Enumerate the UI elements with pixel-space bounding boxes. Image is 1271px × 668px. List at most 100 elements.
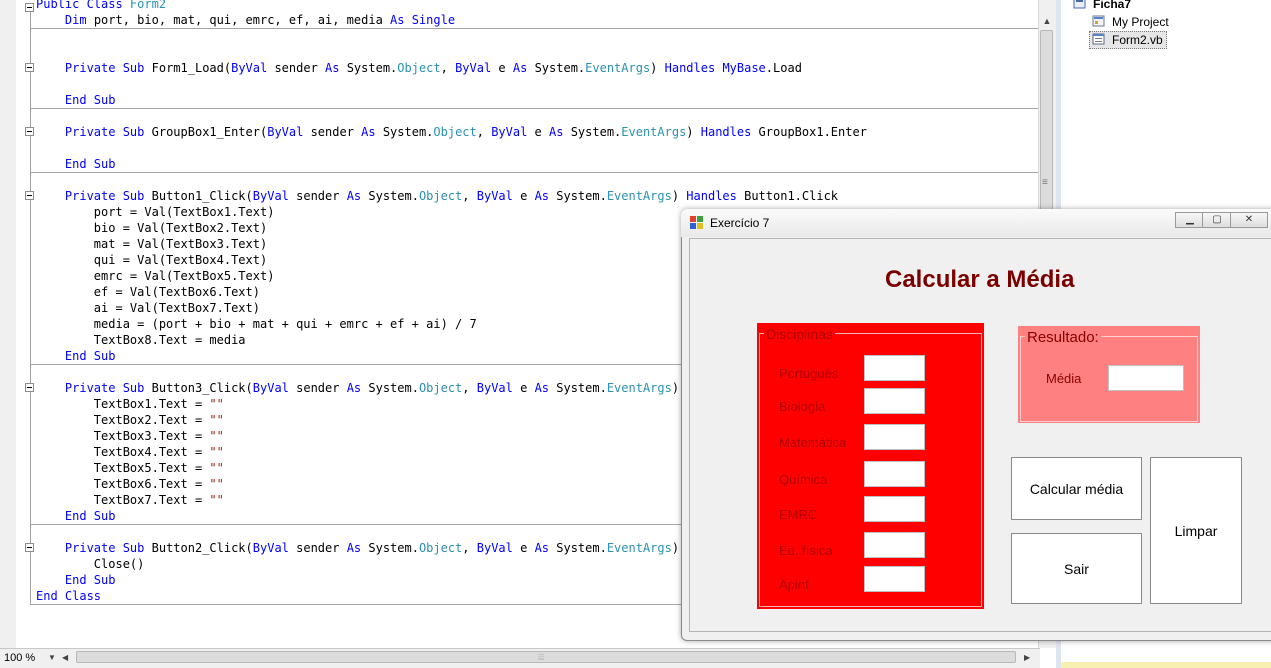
code-token: EventArgs [585, 61, 651, 75]
code-line[interactable]: TextBox2.Text = "" [36, 412, 224, 428]
code-token: System. [563, 125, 622, 139]
code-line[interactable]: TextBox3.Text = "" [36, 428, 224, 444]
code-line[interactable]: End Sub [36, 92, 116, 108]
code-line[interactable]: Dim port, bio, mat, qui, emrc, ef, ai, m… [36, 12, 455, 28]
code-line[interactable]: TextBox1.Text = "" [36, 396, 224, 412]
code-token: System. [527, 61, 586, 75]
code-token: Private Sub [64, 381, 145, 395]
code-token: Private Sub [64, 61, 145, 75]
vertical-scroll-thumb[interactable] [1040, 30, 1053, 230]
code-line[interactable]: ef = Val(TextBox6.Text) [36, 284, 260, 300]
code-line[interactable]: Private Sub Form1_Load(ByVal sender As S… [36, 60, 802, 76]
code-token: GroupBox1_Enter( [144, 125, 268, 139]
code-line[interactable]: End Sub [36, 156, 116, 172]
code-line[interactable]: End Class [36, 588, 101, 604]
collapse-icon[interactable] [25, 3, 34, 12]
textbox-emrc[interactable] [864, 496, 925, 522]
code-token: "" [209, 397, 224, 411]
code-token: As [534, 541, 550, 555]
code-line[interactable]: Private Sub GroupBox1_Enter(ByVal sender… [36, 124, 867, 140]
code-token: TextBox2.Text = [36, 413, 210, 427]
form-title: Exercício 7 [710, 216, 770, 230]
code-token: MyBase [722, 61, 766, 75]
limpar-button[interactable]: Limpar [1150, 457, 1242, 604]
minimize-button[interactable]: ▁ [1175, 212, 1205, 228]
collapse-icon[interactable] [25, 127, 34, 136]
textbox-biologia[interactable] [864, 388, 925, 414]
code-line[interactable]: TextBox4.Text = "" [36, 444, 224, 460]
code-token: As [534, 189, 550, 203]
code-token: emrc = Val(TextBox5.Text) [36, 269, 275, 283]
code-token: TextBox4.Text = [36, 445, 210, 459]
code-line[interactable]: Private Sub Button1_Click(ByVal sender A… [36, 188, 838, 204]
code-line[interactable]: mat = Val(TextBox3.Text) [36, 236, 267, 252]
code-token: Handles [700, 125, 752, 139]
code-token: port, bio, mat, qui, emrc, ef, ai, media [86, 13, 391, 27]
code-token: ai = Val(TextBox7.Text) [36, 301, 260, 315]
scroll-left-icon[interactable]: ◀ [62, 651, 68, 665]
code-token: e [527, 125, 550, 139]
textbox-apinf[interactable] [864, 566, 925, 592]
code-line[interactable]: Private Sub Button2_Click(ByVal sender A… [36, 540, 708, 556]
textbox-ed-fisica[interactable] [864, 532, 925, 558]
collapse-icon[interactable] [25, 63, 34, 72]
code-token: ByVal [252, 189, 289, 203]
code-token: System. [375, 125, 434, 139]
code-token: As [346, 381, 362, 395]
code-line[interactable]: Private Sub Button3_Click(ByVal sender A… [36, 380, 708, 396]
code-line[interactable]: TextBox7.Text = "" [36, 492, 224, 508]
maximize-icon: ▢ [1212, 214, 1222, 225]
code-token: As [346, 189, 362, 203]
code-token: TextBox3.Text = [36, 429, 210, 443]
code-line[interactable]: TextBox6.Text = "" [36, 476, 224, 492]
zoom-dropdown-icon[interactable]: ▼ [48, 651, 56, 665]
code-line[interactable]: End Sub [36, 508, 116, 524]
code-line[interactable]: End Sub [36, 348, 116, 364]
code-token: System. [339, 61, 398, 75]
code-line[interactable]: media = (port + bio + mat + qui + emrc +… [36, 316, 477, 332]
textbox-portugues[interactable] [864, 355, 925, 381]
horizontal-scroll-thumb[interactable] [76, 651, 1016, 663]
my-project-icon [1092, 15, 1105, 27]
collapse-icon[interactable] [25, 543, 34, 552]
code-line[interactable]: Public Class Form2 [36, 0, 166, 12]
code-line[interactable]: TextBox8.Text = media [36, 332, 246, 348]
code-line[interactable]: port = Val(TextBox1.Text) [36, 204, 275, 220]
tree-item-my-project[interactable]: My Project [1112, 14, 1169, 30]
zoom-level[interactable]: 100 % [4, 651, 35, 665]
code-line[interactable]: bio = Val(TextBox2.Text) [36, 220, 267, 236]
resultado-groupbox-title: Resultado: [1025, 329, 1101, 346]
calcular-media-button[interactable]: Calcular média [1011, 457, 1142, 520]
tree-item-form2-vb[interactable]: Form2.vb [1112, 32, 1163, 48]
code-line[interactable]: ai = Val(TextBox7.Text) [36, 300, 260, 316]
collapse-icon[interactable] [25, 191, 34, 200]
sair-button[interactable]: Sair [1011, 533, 1142, 604]
code-token: End Sub [64, 509, 116, 523]
maximize-button[interactable]: ▢ [1202, 212, 1232, 228]
code-token: Private Sub [64, 541, 145, 555]
code-line[interactable]: Close() [36, 556, 145, 572]
code-line[interactable]: emrc = Val(TextBox5.Text) [36, 268, 275, 284]
code-line[interactable]: TextBox5.Text = "" [36, 460, 224, 476]
code-token: .Load [765, 61, 802, 75]
close-button[interactable]: ✕ [1230, 212, 1268, 228]
scroll-up-icon[interactable]: ▲ [1040, 14, 1054, 28]
code-line[interactable]: qui = Val(TextBox4.Text) [36, 252, 267, 268]
collapse-icon[interactable] [25, 383, 34, 392]
media-textbox[interactable] [1108, 365, 1184, 391]
code-token: EventArgs [606, 541, 672, 555]
code-line[interactable]: End Sub [36, 572, 116, 588]
page-title: Calcular a Média [885, 266, 1075, 293]
code-token: Form1_Load( [144, 61, 232, 75]
code-token: , [440, 61, 456, 75]
scroll-right-icon[interactable]: ▶ [1024, 651, 1030, 665]
code-token: As [549, 125, 564, 139]
tree-item-ficha7[interactable]: Ficha7 [1093, 0, 1131, 12]
code-token: Dim [64, 13, 87, 27]
textbox-matematica[interactable] [864, 424, 925, 450]
code-token: System. [549, 541, 607, 555]
textbox-quimica[interactable] [864, 461, 925, 487]
code-token: System. [549, 189, 607, 203]
